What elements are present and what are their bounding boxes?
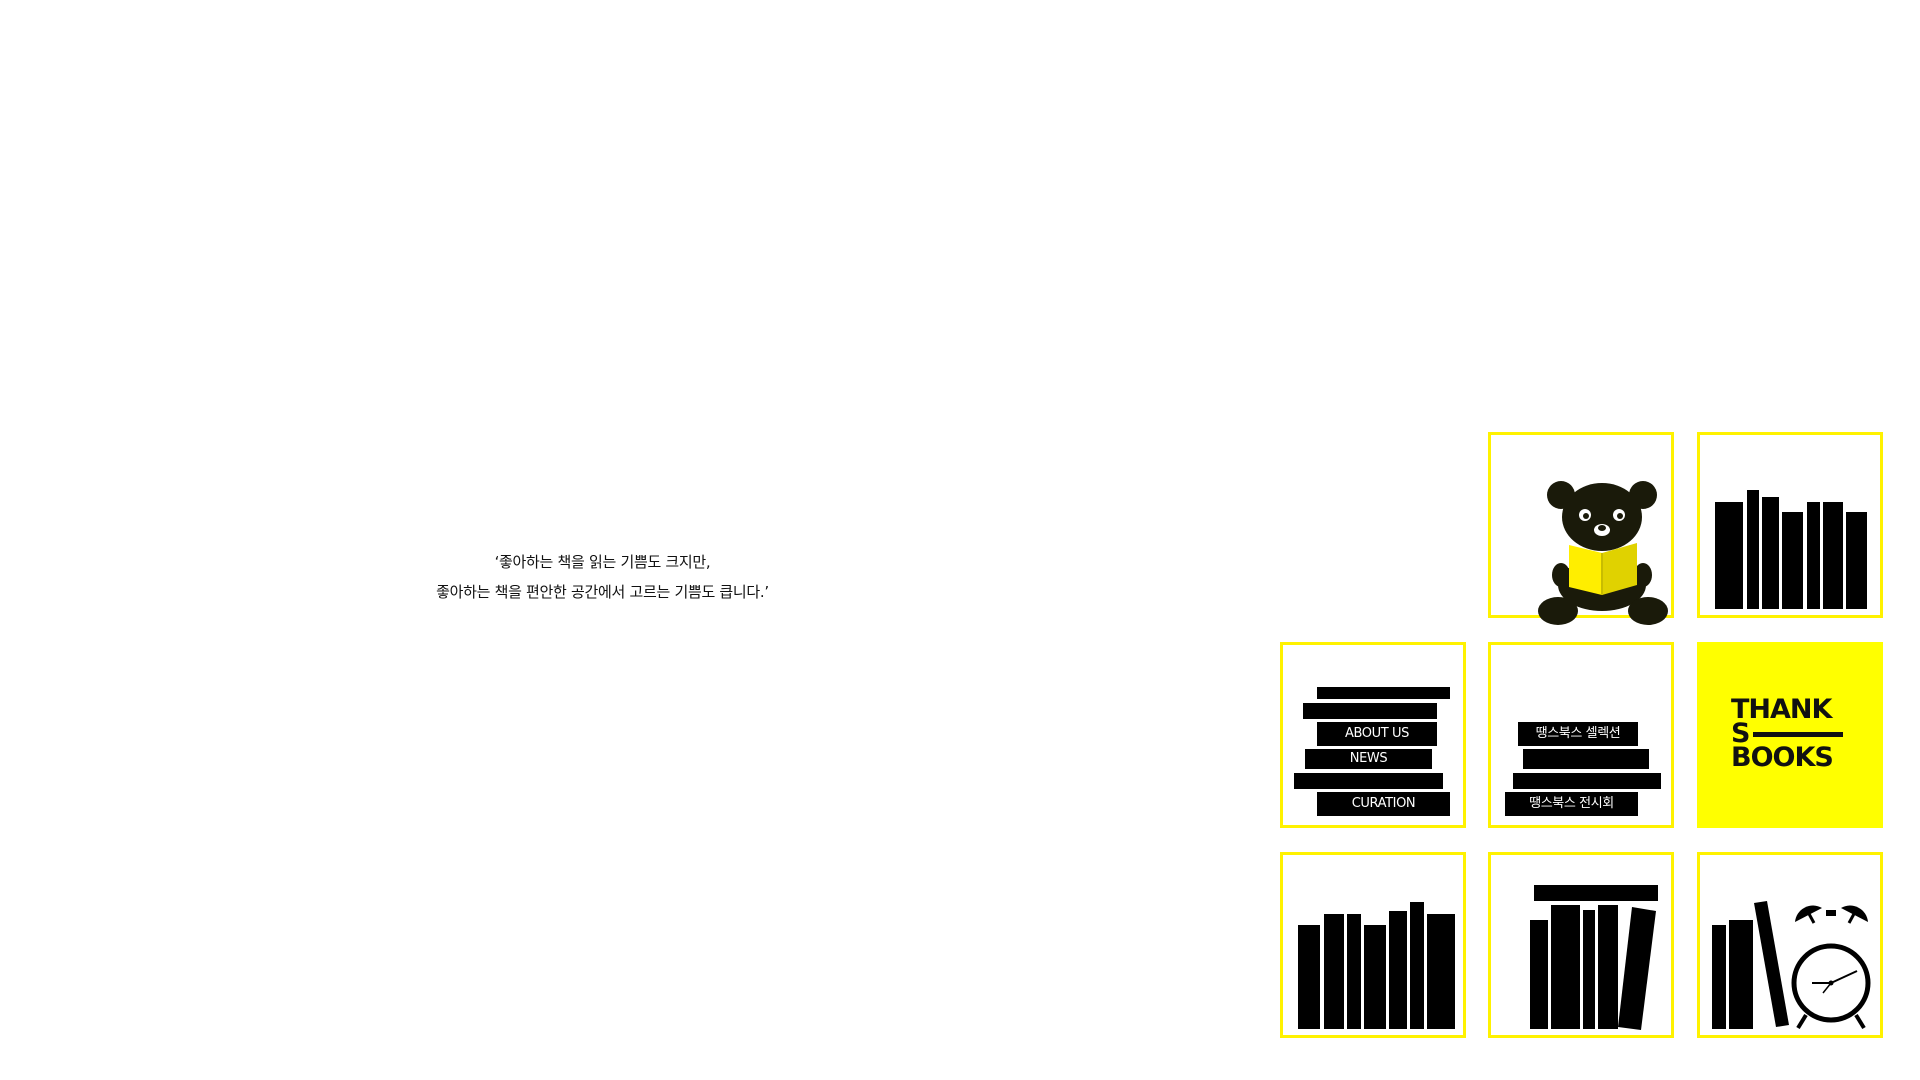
thanksbooks-logo[interactable]: THANK S BOOKS: [1731, 694, 1855, 773]
alarm-clock-icon: [1712, 901, 1871, 1030]
stack-book: [1523, 749, 1649, 769]
nav-thanksbooks-selection[interactable]: 땡스북스 셀렉션: [1518, 722, 1638, 746]
tile-logo[interactable]: THANK S BOOKS: [1697, 642, 1883, 828]
logo-line-3: BOOKS: [1731, 742, 1834, 773]
nav-about-us[interactable]: ABOUT US: [1317, 722, 1437, 746]
tile-menu-stack: ABOUT US NEWS CURATION: [1280, 642, 1466, 828]
books-icon: [1715, 490, 1867, 609]
tile-books-clock: [1697, 852, 1883, 1038]
logo-line-1: THANK: [1731, 694, 1832, 725]
nav-curation[interactable]: CURATION: [1317, 792, 1450, 816]
page: ‘좋아하는 책을 읽는 기쁨도 크지만, 좋아하는 책을 편안한 공간에서 고르…: [0, 0, 1920, 1080]
bear-reading-icon: [1538, 481, 1668, 625]
stack-book: [1294, 773, 1443, 789]
stack-book: [1303, 703, 1437, 719]
logo-rule: [1753, 731, 1844, 737]
books-icon: [1298, 902, 1455, 1029]
quote-line-2: 좋아하는 책을 편안한 공간에서 고르는 기쁨도 큽니다.’: [436, 583, 769, 601]
quote-line-1: ‘좋아하는 책을 읽는 기쁨도 크지만,: [494, 553, 711, 571]
tile-books-2: [1280, 852, 1466, 1038]
stack-book: [1317, 687, 1450, 699]
tile-books-1: [1697, 432, 1883, 618]
books-icon: [1530, 885, 1658, 1030]
tile-books-3: [1488, 852, 1674, 1038]
nav-news[interactable]: NEWS: [1305, 749, 1432, 769]
intro-quote: ‘좋아하는 책을 읽는 기쁨도 크지만, 좋아하는 책을 편안한 공간에서 고르…: [380, 547, 825, 607]
tile-selection-stack: 땡스북스 셀렉션 땡스북스 전시회: [1488, 642, 1674, 828]
stack-book: [1513, 773, 1661, 789]
nav-thanksbooks-exhibition[interactable]: 땡스북스 전시회: [1505, 792, 1638, 816]
tile-bear: [1488, 432, 1674, 625]
